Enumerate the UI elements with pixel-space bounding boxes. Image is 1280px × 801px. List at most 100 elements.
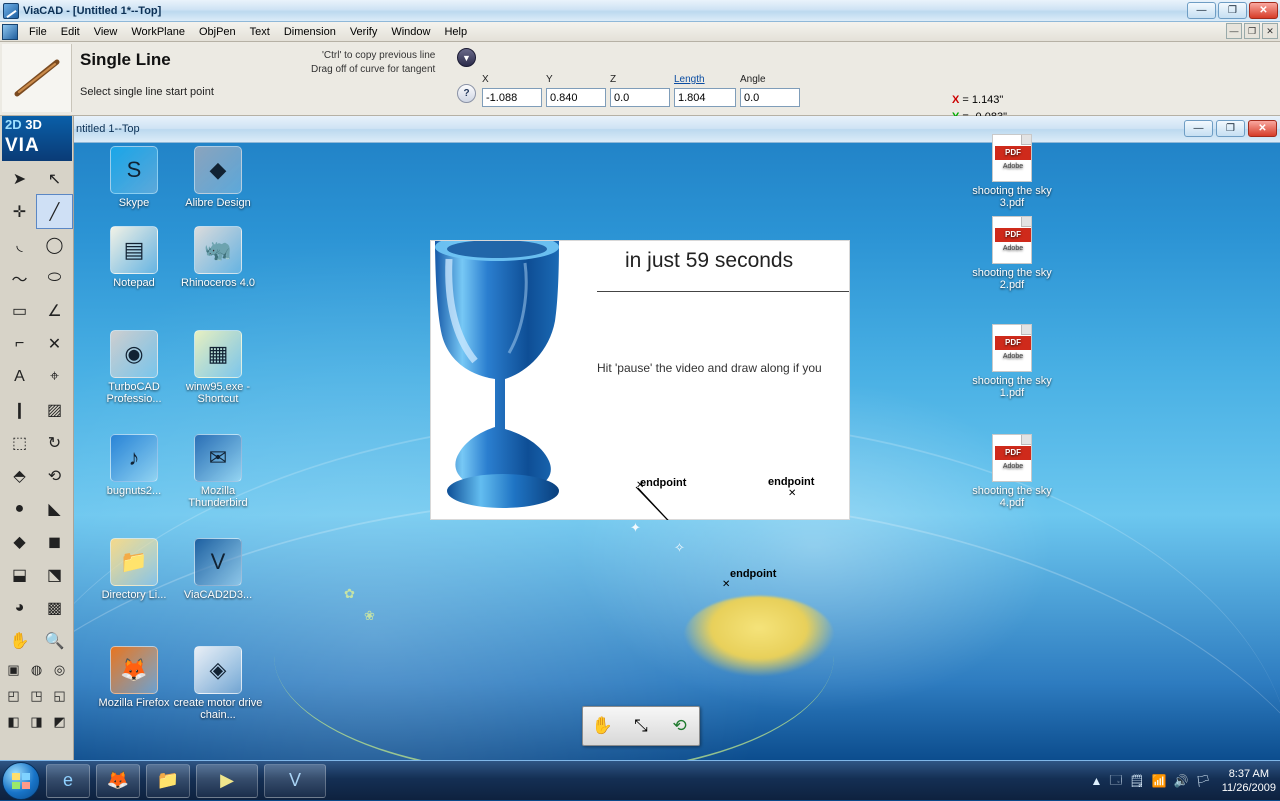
menu-objpen[interactable]: ObjPen	[192, 24, 243, 40]
translate-tool[interactable]: ⬚	[2, 426, 37, 459]
view-axo-tool[interactable]: ◱	[48, 683, 71, 709]
desktop-icon-pdf-shooting-the-sky-3[interactable]: PDF Adobe shooting the sky 3.pdf	[964, 134, 1060, 209]
volume-icon[interactable]: 🔊	[1174, 774, 1189, 788]
show-hidden-icons-button[interactable]: ▲	[1090, 774, 1102, 788]
hatch-tool[interactable]: ▨	[37, 393, 72, 426]
single-line-tool[interactable]: ╱	[36, 194, 73, 229]
menu-help[interactable]: Help	[437, 24, 474, 40]
rectangle-tool[interactable]: ▭	[2, 294, 37, 327]
material-tool[interactable]: ▩	[37, 591, 72, 624]
window-minimize-button[interactable]: —	[1187, 2, 1216, 19]
desktop-icon-pdf-shooting-the-sky-1[interactable]: PDF Adobe shooting the sky 1.pdf	[964, 324, 1060, 399]
tray-icon-1[interactable]: 🗔	[1109, 771, 1122, 792]
shell-tool[interactable]: ⬔	[37, 558, 72, 591]
solid-add-tool[interactable]: ◆	[2, 525, 37, 558]
field-z-input[interactable]	[610, 88, 670, 107]
doc-win-restore-button[interactable]: ❐	[1216, 120, 1245, 137]
render-tool[interactable]: ◕	[2, 591, 37, 624]
help-question-icon[interactable]: ?	[457, 84, 476, 103]
taskbar-internet-explorer[interactable]: e	[46, 763, 90, 798]
cube-tool[interactable]: ◼	[37, 525, 72, 558]
doc-minimize-button[interactable]: —	[1226, 23, 1242, 39]
desktop-icon-turbocad-professional[interactable]: ◉ TurboCAD Professio...	[86, 330, 182, 405]
menu-dimension[interactable]: Dimension	[277, 24, 343, 40]
rotate-view-button[interactable]: ⟲	[665, 711, 695, 741]
clock[interactable]: 8:37 AM 11/26/2009	[1222, 767, 1276, 795]
taskbar-firefox[interactable]: 🦊	[96, 763, 140, 798]
view-iso-tool[interactable]: ◰	[2, 683, 25, 709]
desktop-icon-create-motor-drive-chain[interactable]: ◈ create motor drive chain...	[170, 646, 266, 721]
chevron-down-icon[interactable]: ▼	[457, 48, 476, 67]
ellipse-tool[interactable]: ⬭	[37, 261, 72, 294]
taskbar-viacad[interactable]: V	[264, 763, 326, 798]
window-maximize-button[interactable]: ❐	[1218, 2, 1247, 19]
desktop-icon-winw95-exe-shortcut[interactable]: ▦ winw95.exe - Shortcut	[170, 330, 266, 405]
desktop-icon-skype[interactable]: S Skype	[86, 146, 182, 209]
desktop-icon-viacad-2d3d[interactable]: V ViaCAD2D3...	[170, 538, 266, 601]
rotate-tool[interactable]: ↻	[37, 426, 72, 459]
doc-close-button[interactable]: ✕	[1262, 23, 1278, 39]
line-width-tool[interactable]: ❙	[2, 393, 37, 426]
menu-file[interactable]: File	[22, 24, 54, 40]
trim-tool[interactable]: ✕	[37, 327, 72, 360]
pan-tool[interactable]: ✋	[2, 624, 37, 657]
pan-hand-button[interactable]: ✋	[587, 711, 617, 741]
field-length-input[interactable]	[674, 88, 736, 107]
view-wire-tool[interactable]: ◨	[25, 709, 48, 735]
field-y-input[interactable]	[546, 88, 606, 107]
dimension-tool[interactable]: ⌖	[37, 360, 72, 393]
arc-tool[interactable]: ◟	[2, 228, 37, 261]
desktop-icon-directory-list[interactable]: 📁 Directory Li...	[86, 538, 182, 601]
doc-win-close-button[interactable]: ✕	[1248, 120, 1277, 137]
zoom-selection-button[interactable]: ⤡	[626, 711, 656, 741]
field-angle-input[interactable]	[740, 88, 800, 107]
view-persp-tool[interactable]: ◳	[25, 683, 48, 709]
desktop-icon-pdf-shooting-the-sky-2[interactable]: PDF Adobe shooting the sky 2.pdf	[964, 216, 1060, 291]
extrude-tool[interactable]: ⬘	[2, 459, 37, 492]
view-front-tool[interactable]: ◍	[25, 657, 48, 683]
start-button[interactable]	[2, 761, 40, 800]
desktop-icon-rhinoceros-4[interactable]: 🦏 Rhinoceros 4.0	[170, 226, 266, 289]
network-icon[interactable]: 📶	[1152, 774, 1167, 788]
tray-icon-2[interactable]: 🗒	[1129, 774, 1144, 788]
bezier-tool[interactable]: ⌐	[2, 327, 37, 360]
desktop-icon-alibre-design[interactable]: ◆ Alibre Design	[170, 146, 266, 209]
sphere-tool[interactable]: ●	[2, 492, 37, 525]
desktop-icon-bugnuts2-wav[interactable]: ♪ bugnuts2...	[86, 434, 182, 497]
point-tool[interactable]: ✛	[2, 195, 37, 228]
revolve-tool[interactable]: ⟲	[37, 459, 72, 492]
menu-verify[interactable]: Verify	[343, 24, 385, 40]
taskbar-video-player[interactable]: ▶	[196, 763, 258, 798]
window-close-button[interactable]: ✕	[1249, 2, 1278, 19]
view-top-tool[interactable]: ▣	[2, 657, 25, 683]
menu-text[interactable]: Text	[243, 24, 277, 40]
desktop-icon-notepad[interactable]: ▤ Notepad	[86, 226, 182, 289]
view-right-tool[interactable]: ◎	[48, 657, 71, 683]
desktop-icon-label: Alibre Design	[185, 197, 251, 209]
arrow-select-tool[interactable]: ➤	[2, 162, 37, 195]
field-length-label[interactable]: Length	[674, 74, 736, 86]
spline-tool[interactable]: 〜	[2, 261, 37, 294]
desktop-icon-mozilla-thunderbird[interactable]: ✉ Mozilla Thunderbird	[170, 434, 266, 509]
circle-tool[interactable]: ◯	[37, 228, 72, 261]
field-x-input[interactable]	[482, 88, 542, 107]
menu-view[interactable]: View	[87, 24, 125, 40]
menu-workplane[interactable]: WorkPlane	[124, 24, 192, 40]
zoom-tool[interactable]: 🔍	[37, 624, 72, 657]
boolean-tool[interactable]: ⬓	[2, 558, 37, 591]
desktop-icon-mozilla-firefox[interactable]: 🦊 Mozilla Firefox	[86, 646, 182, 709]
polyline-tool[interactable]: ∠	[37, 294, 72, 327]
loft-tool[interactable]: ◣	[37, 492, 72, 525]
desktop-icon-pdf-shooting-the-sky-4[interactable]: PDF Adobe shooting the sky 4.pdf	[964, 434, 1060, 509]
menu-edit[interactable]: Edit	[54, 24, 87, 40]
menu-window[interactable]: Window	[384, 24, 437, 40]
doc-restore-button[interactable]: ❐	[1244, 23, 1260, 39]
doc-win-minimize-button[interactable]: —	[1184, 120, 1213, 137]
arrow-alt-select-tool[interactable]: ↖	[37, 162, 72, 195]
view-shade-tool[interactable]: ◧	[2, 709, 25, 735]
action-center-icon[interactable]: 🏳	[1196, 774, 1211, 788]
taskbar-explorer[interactable]: 📁	[146, 763, 190, 798]
view-hidden-tool[interactable]: ◩	[48, 709, 71, 735]
text-tool[interactable]: A	[2, 360, 37, 393]
tool-row: ▣ ◍ ◎	[2, 657, 72, 683]
